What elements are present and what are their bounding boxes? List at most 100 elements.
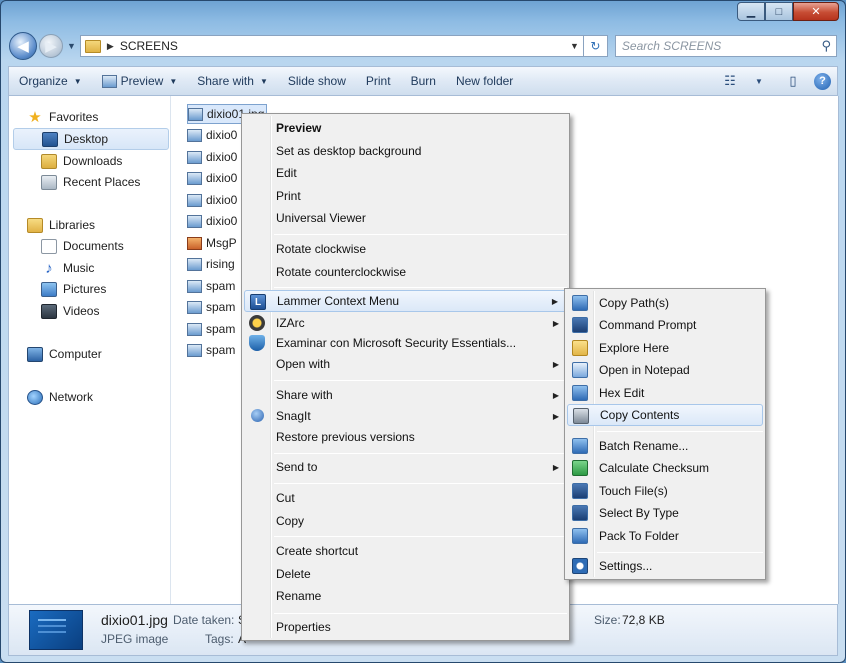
star-icon: ★ xyxy=(28,108,42,126)
menu-item-preview[interactable]: Preview xyxy=(244,117,567,139)
file-item[interactable]: dixio0 xyxy=(187,147,237,167)
menu-item-rename[interactable]: Rename xyxy=(244,585,567,607)
menu-item-restore-previous-versions[interactable]: Restore previous versions xyxy=(244,426,567,448)
preview-button[interactable]: Preview ▼ xyxy=(92,67,188,95)
file-item[interactable]: dixio0 xyxy=(187,125,237,145)
image-file-icon xyxy=(188,107,203,121)
menu-item-share-with[interactable]: Share with ▶ xyxy=(244,384,567,406)
refresh-button[interactable]: ↻ xyxy=(583,35,608,57)
menu-item-send-to[interactable]: Send to ▶ xyxy=(244,456,567,478)
sidebar-item-pictures[interactable]: Pictures xyxy=(13,278,169,300)
sidebar-item-network[interactable]: Network xyxy=(13,386,169,408)
menu-item-rotate-counterclockwise[interactable]: Rotate counterclockwise xyxy=(244,261,567,283)
submenu-item-label: Copy Contents xyxy=(600,408,680,422)
file-item[interactable]: spam xyxy=(187,319,235,339)
submenu-item-copy-contents[interactable]: Copy Contents xyxy=(567,404,763,426)
share-with-label: Share with xyxy=(197,74,254,88)
file-item[interactable]: spam xyxy=(187,276,235,296)
share-with-button[interactable]: Share with ▼ xyxy=(187,67,278,95)
submenu-item-copy-paths[interactable]: Copy Path(s) xyxy=(567,292,763,314)
back-button[interactable]: ◀ xyxy=(9,32,37,60)
organize-button[interactable]: Organize ▼ xyxy=(9,67,92,95)
burn-button[interactable]: Burn xyxy=(401,67,446,95)
submenu-item-touch-files[interactable]: Touch File(s) xyxy=(567,480,763,502)
chevron-down-icon: ▼ xyxy=(73,76,82,86)
submenu-item-command-prompt[interactable]: Command Prompt xyxy=(567,314,763,336)
lammer-icon: L xyxy=(250,294,266,310)
sidebar-item-desktop[interactable]: Desktop xyxy=(13,128,169,150)
views-dropdown-icon[interactable]: ▼ xyxy=(750,72,768,90)
minimize-button[interactable]: ▁ xyxy=(737,2,765,21)
views-icon[interactable]: ☷ xyxy=(721,72,739,90)
address-bar[interactable]: ▶ SCREENS ▼ xyxy=(79,35,584,57)
sidebar-item-label: Videos xyxy=(63,304,100,318)
maximize-button[interactable]: □ xyxy=(765,2,793,21)
menu-separator xyxy=(274,380,567,381)
search-input[interactable]: Search SCREENS ⚲ xyxy=(614,35,837,57)
submenu-item-settings[interactable]: Settings... xyxy=(567,555,763,577)
music-icon: ♪ xyxy=(45,259,53,277)
submenu-item-label: Pack To Folder xyxy=(599,529,679,543)
file-item[interactable]: dixio0 xyxy=(187,211,237,231)
file-item[interactable]: dixio0 xyxy=(187,168,237,188)
menu-item-copy[interactable]: Copy xyxy=(244,510,567,532)
submenu-item-select-by-type[interactable]: Select By Type xyxy=(567,502,763,524)
file-item[interactable]: dixio0 xyxy=(187,190,237,210)
slide-show-button[interactable]: Slide show xyxy=(278,67,356,95)
sidebar-item-favorites[interactable]: ★ Favorites xyxy=(13,106,169,128)
recent-pages-dropdown-icon[interactable]: ▼ xyxy=(67,41,76,51)
folder-icon xyxy=(572,340,588,356)
print-button[interactable]: Print xyxy=(356,67,401,95)
sidebar-item-computer[interactable]: Computer xyxy=(13,343,169,365)
chevron-down-icon: ▼ xyxy=(259,76,268,86)
submenu-item-pack-to-folder[interactable]: Pack To Folder xyxy=(567,525,763,547)
menu-item-snagit[interactable]: SnagIt ▶ xyxy=(244,405,567,427)
file-name: dixio0 xyxy=(206,128,238,142)
breadcrumb-screens[interactable]: SCREENS xyxy=(120,39,178,53)
submenu-item-hex-edit[interactable]: Hex Edit xyxy=(567,382,763,404)
image-file-icon xyxy=(187,150,202,164)
menu-item-universal-viewer[interactable]: Universal Viewer xyxy=(244,207,567,229)
menu-item-print[interactable]: Print xyxy=(244,185,567,207)
file-item[interactable]: rising xyxy=(187,254,235,274)
submenu-item-explore-here[interactable]: Explore Here xyxy=(567,337,763,359)
select-by-type-icon xyxy=(572,505,588,521)
sidebar-item-music[interactable]: ♪ Music xyxy=(13,257,169,279)
menu-item-cut[interactable]: Cut xyxy=(244,487,567,509)
sidebar-item-downloads[interactable]: Downloads xyxy=(13,150,169,172)
lammer-submenu: Copy Path(s) Command Prompt Explore Here… xyxy=(564,288,766,580)
search-icon[interactable]: ⚲ xyxy=(821,38,831,54)
menu-item-set-desktop-background[interactable]: Set as desktop background xyxy=(244,140,567,162)
menu-item-delete[interactable]: Delete xyxy=(244,563,567,585)
preview-pane-icon[interactable]: ▯ xyxy=(784,72,802,90)
submenu-item-batch-rename[interactable]: Batch Rename... xyxy=(567,435,763,457)
file-name: dixio0 xyxy=(206,171,238,185)
menu-separator xyxy=(274,483,567,484)
file-item[interactable]: MsgP xyxy=(187,233,237,253)
help-icon[interactable]: ? xyxy=(814,72,831,90)
file-item[interactable]: spam xyxy=(187,340,235,360)
menu-item-create-shortcut[interactable]: Create shortcut xyxy=(244,540,567,562)
menu-item-security-essentials[interactable]: Examinar con Microsoft Security Essentia… xyxy=(244,332,567,354)
submenu-item-calculate-checksum[interactable]: Calculate Checksum xyxy=(567,457,763,479)
image-file-icon xyxy=(187,171,202,185)
sidebar-item-libraries[interactable]: Libraries xyxy=(13,214,169,236)
submenu-item-open-in-notepad[interactable]: Open in Notepad xyxy=(567,359,763,381)
breadcrumb-chevron-icon[interactable]: ▶ xyxy=(107,41,114,52)
menu-item-lammer-context-menu[interactable]: L Lammer Context Menu ▶ xyxy=(244,290,567,312)
menu-item-properties[interactable]: Properties xyxy=(244,616,567,638)
address-dropdown-icon[interactable]: ▼ xyxy=(566,41,583,51)
sidebar-item-documents[interactable]: Documents xyxy=(13,235,169,257)
sidebar-item-videos[interactable]: Videos xyxy=(13,300,169,322)
close-button[interactable]: ✕ xyxy=(793,2,839,21)
menu-item-rotate-clockwise[interactable]: Rotate clockwise xyxy=(244,238,567,260)
menu-item-izarc[interactable]: IZArc ▶ xyxy=(244,312,567,334)
new-folder-button[interactable]: New folder xyxy=(446,67,523,95)
sidebar-item-recent-places[interactable]: Recent Places xyxy=(13,171,169,193)
forward-button[interactable]: ▶ xyxy=(39,34,63,58)
menu-item-open-with[interactable]: Open with ▶ xyxy=(244,353,567,375)
submenu-arrow-icon: ▶ xyxy=(552,390,559,400)
menu-item-edit[interactable]: Edit xyxy=(244,162,567,184)
file-item[interactable]: spam xyxy=(187,297,235,317)
image-file-icon xyxy=(187,279,202,293)
